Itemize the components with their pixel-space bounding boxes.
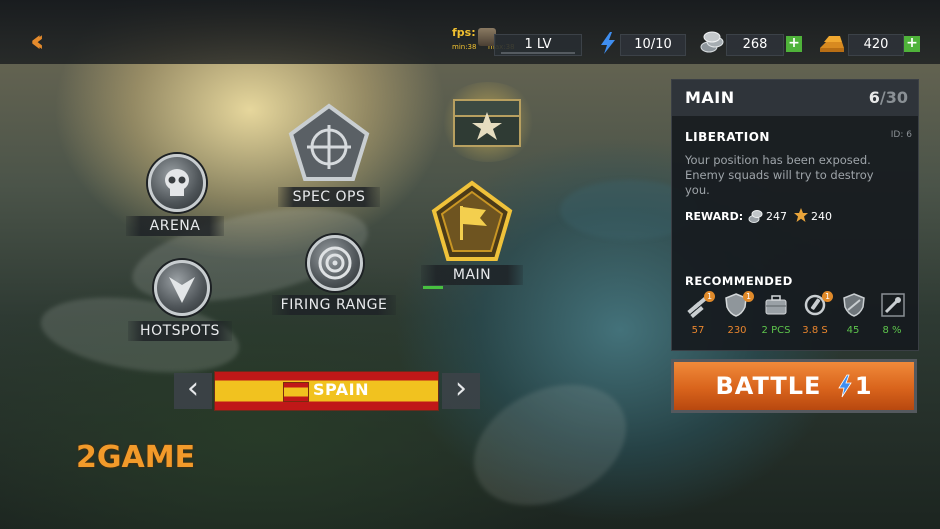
double-chevron-left-icon: ‹‹ xyxy=(30,24,44,59)
plus-icon: + xyxy=(906,35,918,51)
upgrade-badge: 1 xyxy=(822,291,833,302)
country-name: SPAIN xyxy=(313,380,370,399)
battle-cost: 1 xyxy=(854,372,873,400)
chevron-down-icon xyxy=(169,277,195,303)
progress-current: 6 xyxy=(868,88,880,107)
arena-node[interactable] xyxy=(148,154,206,212)
firing-range-node[interactable] xyxy=(307,235,363,291)
upgrade-badge: 1 xyxy=(743,291,754,302)
gold-bars-icon xyxy=(818,32,846,54)
supply-chest[interactable] xyxy=(452,96,522,148)
panel-title: MAIN xyxy=(685,88,735,107)
stat-value-armor: 230 xyxy=(727,325,747,336)
arena-label[interactable]: ARENA xyxy=(126,216,224,236)
mission-name: LIBERATION xyxy=(685,130,770,144)
fps-min: min:38 xyxy=(452,43,477,51)
silver-coins-icon xyxy=(748,208,764,224)
flag-icon xyxy=(431,180,513,261)
chevron-left-icon: ‹ xyxy=(187,371,199,406)
mission-description: Your position has been exposed. Enemy sq… xyxy=(685,153,874,197)
mission-id: ID: 6 xyxy=(890,130,912,140)
spec-ops-node[interactable] xyxy=(287,103,371,183)
stat-value-crit: 8 % xyxy=(882,325,902,336)
case-icon xyxy=(763,292,789,318)
spain-flag-icon xyxy=(283,382,309,402)
reward-silver: 247 xyxy=(766,210,787,223)
plus-icon: + xyxy=(788,35,800,51)
progress-total: /30 xyxy=(879,88,908,107)
stat-value-reload: 3.8 S xyxy=(802,325,828,336)
hotspots-label[interactable]: HOTSPOTS xyxy=(128,321,232,341)
stat-value-capacity: 2 PCS xyxy=(761,325,791,336)
next-country-button[interactable]: › xyxy=(442,373,480,409)
energy-value: 10/10 xyxy=(634,37,672,52)
add-silver-button[interactable]: + xyxy=(786,36,802,52)
gold-display: 420 xyxy=(848,34,904,56)
2game-watermark: 2GAME xyxy=(76,440,196,475)
chest-icon xyxy=(453,99,521,147)
reward-label: REWARD: xyxy=(685,210,744,223)
recommended-label: RECOMMENDED xyxy=(685,274,793,288)
reward-star: 240 xyxy=(811,210,832,223)
top-bar: ‹‹ fps: 42 min:38 max:38 1 LV 10/10 268 … xyxy=(0,0,940,64)
lightning-icon xyxy=(598,31,618,55)
mission-progress: 6/30 xyxy=(869,88,908,107)
mission-panel-header: MAIN 6/30 xyxy=(672,80,918,116)
gold-value: 420 xyxy=(863,37,889,52)
hotspots-node[interactable] xyxy=(154,260,210,316)
upgrade-badge: 1 xyxy=(704,291,715,302)
star-icon xyxy=(793,207,809,223)
main-node[interactable] xyxy=(430,180,514,264)
stat-value-resist: 45 xyxy=(846,325,860,336)
main-progress-bar xyxy=(423,286,443,289)
battle-label: BATTLE xyxy=(715,372,822,400)
silver-display: 268 xyxy=(726,34,784,56)
silver-value: 268 xyxy=(742,37,768,52)
silver-coins-icon xyxy=(700,30,726,54)
target-icon xyxy=(318,246,352,280)
crosshair-pentagon-icon xyxy=(288,103,370,181)
armor-shield-icon xyxy=(841,292,867,318)
previous-country-button[interactable]: ‹ xyxy=(174,373,212,409)
battle-button[interactable]: BATTLE 1 xyxy=(671,359,917,413)
grenade-icon xyxy=(880,292,906,318)
level-label: 1 LV xyxy=(524,37,552,52)
skull-icon xyxy=(165,169,189,196)
firing-range-label[interactable]: FIRING RANGE xyxy=(272,295,396,315)
energy-display: 10/10 xyxy=(620,34,686,56)
main-label[interactable]: MAIN xyxy=(421,265,523,285)
level-display: 1 LV xyxy=(494,34,582,56)
stat-value-damage: 57 xyxy=(691,325,705,336)
chevron-right-icon: › xyxy=(455,371,467,406)
back-button[interactable]: ‹‹ xyxy=(30,27,44,57)
mountain-ridge xyxy=(454,361,646,529)
add-gold-button[interactable]: + xyxy=(904,36,920,52)
spec-ops-label[interactable]: SPEC OPS xyxy=(278,187,380,207)
xp-bar xyxy=(501,52,575,54)
lightning-icon xyxy=(838,374,852,398)
country-banner: SPAIN xyxy=(214,371,439,411)
